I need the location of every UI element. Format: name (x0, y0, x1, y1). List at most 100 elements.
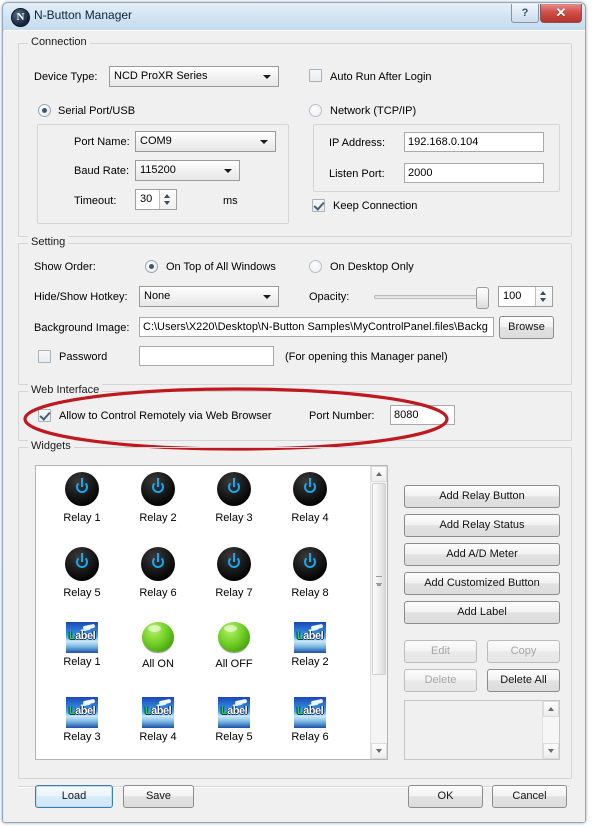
allow-remote-checkbox[interactable] (38, 409, 51, 422)
opacity-label: Opacity: (309, 291, 350, 303)
spin-up-icon[interactable] (164, 194, 170, 198)
port-name-value: COM9 (140, 135, 172, 147)
add-ad-meter-button[interactable]: Add A/D Meter (404, 543, 560, 566)
hotkey-combo[interactable]: None (139, 286, 279, 307)
widget-item[interactable]: All OFF (196, 622, 272, 670)
scrollbar-thumb[interactable] (372, 483, 386, 675)
cancel-button[interactable]: Cancel (492, 785, 567, 808)
widget-item[interactable]: Label Relay 4 (120, 697, 196, 743)
listen-port-field[interactable]: 2000 (404, 163, 544, 183)
widget-item-label: Relay 1 (63, 512, 101, 524)
add-customized-button[interactable]: Add Customized Button (404, 572, 560, 595)
widgets-group: Widgets Relay 1 Relay 2 Relay 3 Relay 4 Rela… (18, 440, 572, 779)
scroll-down-button[interactable] (543, 743, 559, 759)
widget-item[interactable]: Label Relay 2 (272, 622, 348, 668)
port-number-field[interactable]: 8080 (390, 405, 455, 425)
add-relay-status-button[interactable]: Add Relay Status (404, 514, 560, 537)
widget-item[interactable]: Relay 3 (196, 472, 272, 524)
ip-address-field[interactable]: 192.168.0.104 (404, 132, 544, 152)
timeout-stepper[interactable]: 30 (135, 189, 177, 210)
help-icon[interactable]: ? (511, 4, 539, 23)
window-client-area: Connection Device Type: NCD ProXR Series… (4, 30, 585, 822)
widget-item[interactable]: All ON (120, 622, 196, 670)
on-top-radio[interactable] (145, 260, 158, 273)
power-button-icon (65, 472, 99, 506)
opacity-slider-track[interactable] (374, 295, 489, 299)
scroll-up-button[interactable] (543, 701, 559, 717)
widget-item-label: Relay 4 (139, 731, 177, 743)
password-field[interactable] (139, 346, 274, 366)
keep-connection-checkbox[interactable] (312, 199, 325, 212)
widget-item[interactable]: Label Relay 5 (196, 697, 272, 743)
network-subpanel: IP Address: 192.168.0.104 Listen Port: 2… (313, 124, 560, 192)
baud-rate-combo[interactable]: 115200 (135, 160, 240, 181)
widget-item-label: Relay 2 (139, 512, 177, 524)
title-bar: N N-Button Manager ? ✕ (3, 3, 585, 31)
spin-up-icon[interactable] (540, 291, 546, 295)
delete-all-button[interactable]: Delete All (487, 669, 560, 692)
opacity-stepper[interactable]: 100 (498, 286, 553, 307)
add-label-button[interactable]: Add Label (404, 601, 560, 624)
add-relay-button[interactable]: Add Relay Button (404, 485, 560, 508)
load-button[interactable]: Load (35, 785, 113, 808)
opacity-slider-thumb[interactable] (476, 287, 489, 309)
device-type-combo[interactable]: NCD ProXR Series (109, 66, 279, 87)
widget-item[interactable]: Relay 8 (272, 547, 348, 599)
green-button-icon (218, 622, 250, 652)
widget-item[interactable]: Relay 7 (196, 547, 272, 599)
widget-item[interactable]: Label Relay 3 (44, 697, 120, 743)
hotkey-value: None (144, 290, 171, 302)
widgets-detail-list[interactable] (404, 700, 560, 760)
close-icon[interactable]: ✕ (540, 4, 582, 23)
connection-legend: Connection (28, 36, 90, 48)
background-image-label: Background Image: (34, 322, 130, 334)
widget-item[interactable]: Label Relay 6 (272, 697, 348, 743)
auto-run-checkbox[interactable] (309, 69, 322, 82)
spin-down-icon[interactable] (164, 201, 170, 205)
on-desktop-radio[interactable] (309, 260, 322, 273)
detail-list-scrollbar[interactable] (542, 701, 559, 759)
widget-item[interactable]: Relay 1 (44, 472, 120, 524)
on-desktop-label: On Desktop Only (330, 261, 414, 273)
baud-rate-value: 115200 (140, 164, 176, 176)
label-widget-icon: Label (66, 622, 98, 653)
widget-item-label: Relay 6 (291, 731, 329, 743)
edit-button[interactable]: Edit (404, 640, 477, 663)
copy-button[interactable]: Copy (487, 640, 560, 663)
serial-port-label: Serial Port/USB (58, 105, 136, 117)
save-button[interactable]: Save (123, 785, 194, 808)
scroll-down-button[interactable] (371, 743, 387, 759)
spin-down-icon[interactable] (540, 298, 546, 302)
opacity-value: 100 (503, 290, 522, 302)
ip-address-label: IP Address: (329, 137, 386, 149)
widgets-legend: Widgets (28, 440, 74, 452)
caret-up-icon (375, 472, 382, 476)
network-radio[interactable] (309, 104, 322, 117)
widget-item[interactable]: Relay 5 (44, 547, 120, 599)
background-image-field[interactable]: C:\Users\X220\Desktop\N-Button Samples\M… (139, 317, 494, 337)
widget-item-label: Relay 7 (215, 587, 253, 599)
widget-item[interactable]: Label Relay 1 (44, 622, 120, 668)
browse-button[interactable]: Browse (499, 316, 554, 339)
widget-item-label: Relay 6 (139, 587, 177, 599)
scroll-up-button[interactable] (371, 466, 387, 482)
password-checkbox[interactable] (38, 350, 51, 363)
serial-port-radio[interactable] (38, 104, 51, 117)
port-name-label: Port Name: (74, 136, 130, 148)
opacity-spin-buttons[interactable] (535, 287, 552, 306)
widget-item[interactable]: Relay 6 (120, 547, 196, 599)
widget-item[interactable]: Relay 2 (120, 472, 196, 524)
power-button-icon (65, 547, 99, 581)
label-widget-icon: Label (66, 697, 98, 728)
ok-button[interactable]: OK (408, 785, 483, 808)
label-widget-icon: Label (218, 697, 250, 728)
widget-item[interactable]: Relay 4 (272, 472, 348, 524)
timeout-spin-buttons[interactable] (159, 190, 176, 209)
delete-button[interactable]: Delete (404, 669, 477, 692)
chevron-down-icon (263, 295, 271, 299)
port-name-combo[interactable]: COM9 (135, 131, 276, 152)
label-widget-icon: Label (294, 697, 326, 728)
widgets-scrollbar[interactable] (370, 466, 387, 759)
widgets-canvas[interactable]: Relay 1 Relay 2 Relay 3 Relay 4 Relay 5 Relay… (35, 465, 388, 760)
show-order-label: Show Order: (34, 261, 96, 273)
